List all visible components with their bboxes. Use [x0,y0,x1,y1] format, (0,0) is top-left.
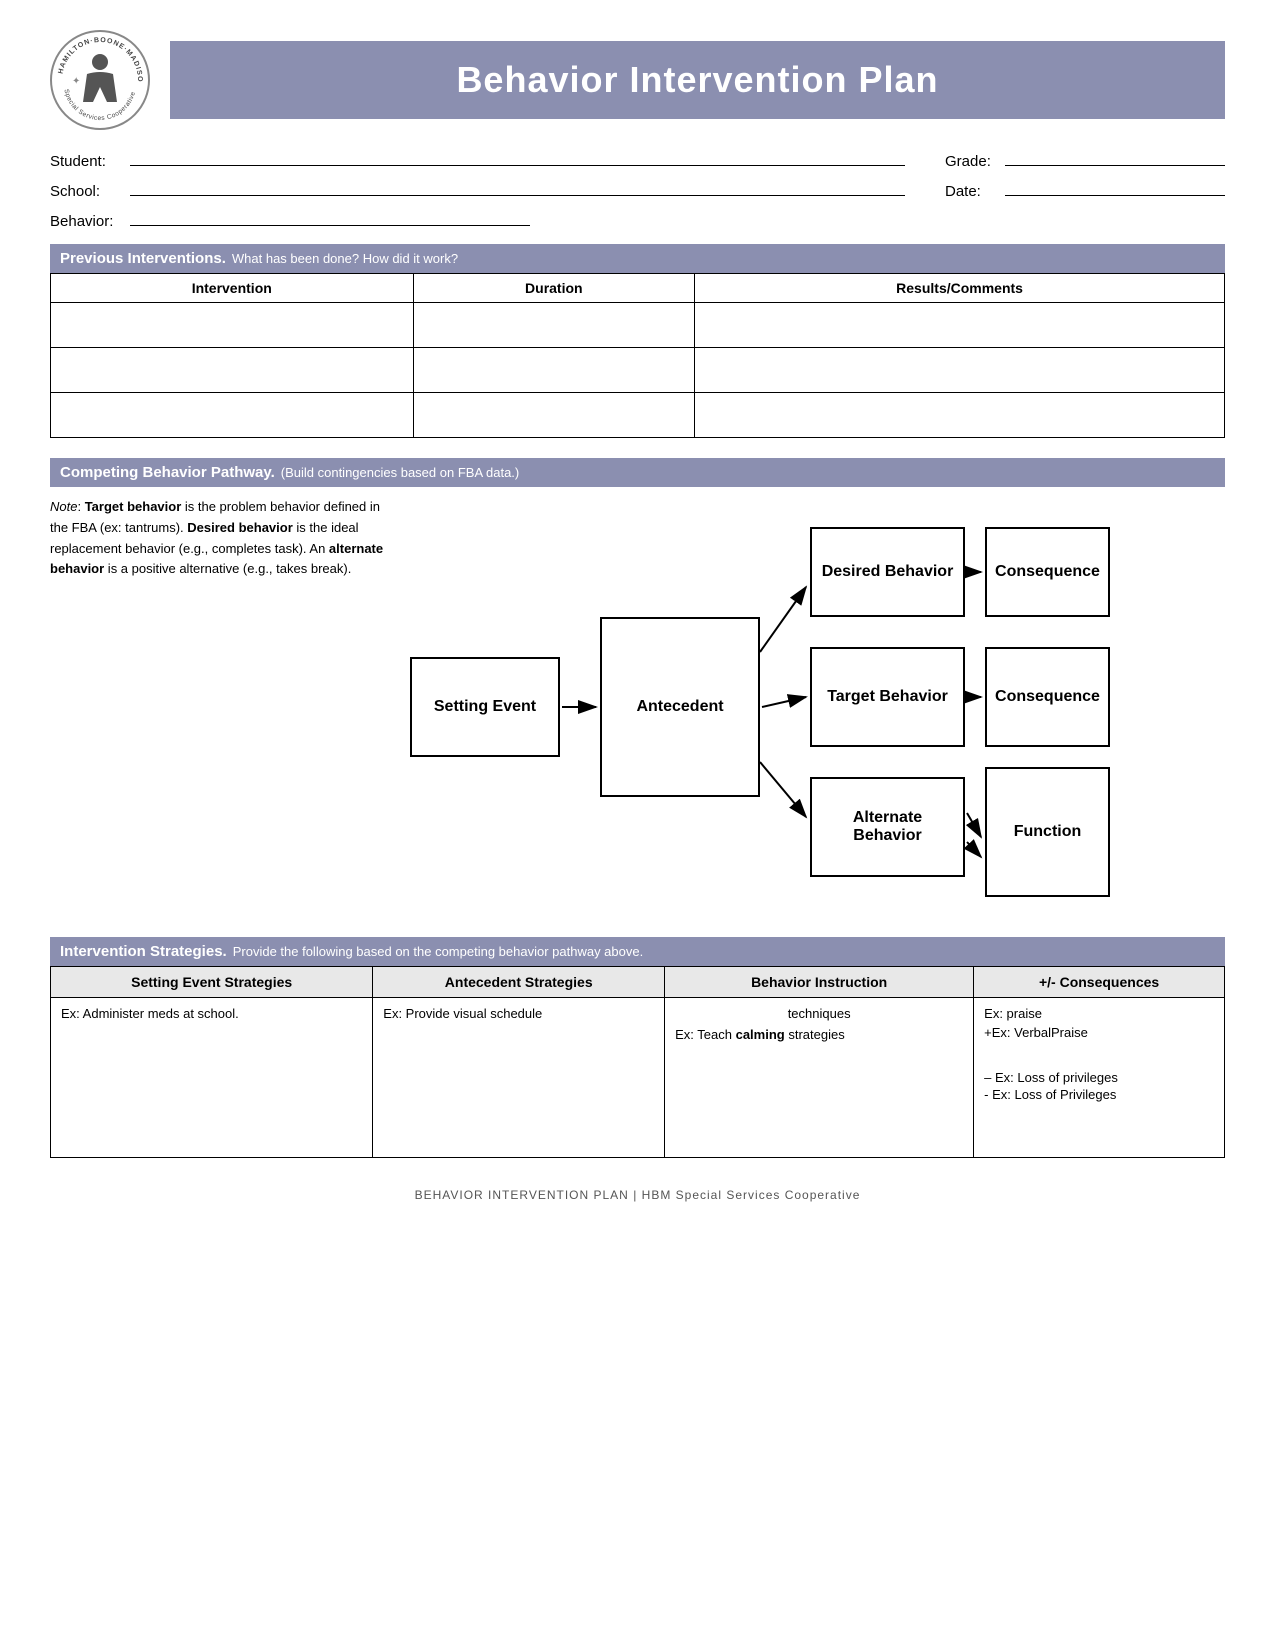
student-label: Student: [50,153,130,170]
footer-separator: | [633,1188,637,1202]
competing-note: Note: Target behavior is the problem beh… [50,497,390,580]
competing-title: Competing Behavior Pathway. [60,464,275,481]
box-antecedent: Antecedent [600,617,760,797]
page-header: HAMILTON·BOONE·MADISON Special Services … [50,30,1225,130]
logo-bottom-text: Special Services Cooperative [62,89,137,123]
behavior-line2: Ex: Teach calming strategies [675,1027,963,1042]
competing-behavior-section: Competing Behavior Pathway. (Build conti… [50,458,1225,917]
school-row: School: Date: [50,178,1225,200]
antecedent-strategies-cell[interactable]: Ex: Provide visual schedule [373,998,665,1158]
title-banner: Behavior Intervention Plan [170,41,1225,119]
box-consequence-mid: Consequence [985,647,1110,747]
student-row: Student: Grade: [50,148,1225,170]
col-setting-strategies: Setting Event Strategies [51,967,373,998]
col-intervention: Intervention [51,274,414,303]
footer-org: HBM Special Services Cooperative [642,1188,861,1202]
box-alternate-behavior: Alternate Behavior [810,777,965,877]
strategies-sub: Provide the following based on the compe… [233,944,644,959]
student-input-line[interactable] [130,148,905,166]
consequences-line3: – Ex: Loss of privileges [984,1070,1214,1085]
previous-interventions-section: Previous Interventions. What has been do… [50,244,1225,438]
grade-label: Grade: [945,153,1005,170]
duration-cell-1[interactable] [413,303,695,348]
info-fields: Student: Grade: School: Date: Behavior: [50,148,1225,230]
prev-interventions-header: Previous Interventions. What has been do… [50,244,1225,273]
col-antecedent-strategies: Antecedent Strategies [373,967,665,998]
intervention-cell-3[interactable] [51,393,414,438]
table-row [51,348,1225,393]
school-input-line[interactable] [130,178,905,196]
col-duration: Duration [413,274,695,303]
strategies-title: Intervention Strategies. [60,943,227,960]
date-label: Date: [945,183,1005,200]
table-header-row: Intervention Duration Results/Comments [51,274,1225,303]
strategies-table: Setting Event Strategies Antecedent Stra… [50,966,1225,1158]
box-setting-event: Setting Event [410,657,560,757]
duration-cell-2[interactable] [413,348,695,393]
box-target-behavior: Target Behavior [810,647,965,747]
results-cell-2[interactable] [695,348,1225,393]
competing-sub: (Build contingencies based on FBA data.) [281,465,519,480]
consequences-line4: - Ex: Loss of Privileges [984,1087,1214,1102]
consequences-cell[interactable]: Ex: praise +Ex: VerbalPraise – Ex: Loss … [974,998,1225,1158]
competing-content: Note: Target behavior is the problem beh… [50,497,1225,917]
box-desired-behavior: Desired Behavior [810,527,965,617]
col-behavior-instruction: Behavior Instruction [665,967,974,998]
prev-interventions-title: Previous Interventions. [60,250,226,267]
col-consequences: +/- Consequences [974,967,1225,998]
behavior-line1: techniques [675,1006,963,1021]
strategies-header: Intervention Strategies. Provide the fol… [50,937,1225,966]
prev-interventions-sub: What has been done? How did it work? [232,251,458,266]
svg-text:✦: ✦ [72,76,80,87]
competing-note-text: Note: Target behavior is the problem beh… [50,497,390,580]
date-input-line[interactable] [1005,178,1225,196]
table-row [51,393,1225,438]
behavior-instruction-cell[interactable]: techniques Ex: Teach calming strategies [665,998,974,1158]
results-cell-3[interactable] [695,393,1225,438]
results-cell-1[interactable] [695,303,1225,348]
behavior-label: Behavior: [50,213,130,230]
consequences-line1: Ex: praise [984,1006,1214,1021]
footer-text: BEHAVIOR INTERVENTION PLAN [415,1188,629,1202]
page-title: Behavior Intervention Plan [200,59,1195,101]
behavior-input-line[interactable] [130,208,530,226]
interventions-table: Intervention Duration Results/Comments [50,273,1225,438]
intervention-cell-2[interactable] [51,348,414,393]
consequences-line2: +Ex: VerbalPraise [984,1025,1214,1040]
antecedent-ex-text: Ex: Provide visual schedule [383,1006,542,1021]
setting-strategies-cell[interactable]: Ex: Administer meds at school. [51,998,373,1158]
strategies-header-row: Setting Event Strategies Antecedent Stra… [51,967,1225,998]
intervention-cell-1[interactable] [51,303,414,348]
intervention-strategies-section: Intervention Strategies. Provide the fol… [50,937,1225,1158]
setting-ex-text: Ex: Administer meds at school. [61,1006,239,1021]
box-consequence-top: Consequence [985,527,1110,617]
competing-header: Competing Behavior Pathway. (Build conti… [50,458,1225,487]
strategies-row: Ex: Administer meds at school. Ex: Provi… [51,998,1225,1158]
table-row [51,303,1225,348]
box-function: Function [985,767,1110,897]
school-label: School: [50,183,130,200]
pathway-diagram-container: Setting Event Antecedent Desired Behavio… [410,497,1225,917]
behavior-row: Behavior: [50,208,1225,230]
logo: HAMILTON·BOONE·MADISON Special Services … [50,30,150,130]
duration-cell-3[interactable] [413,393,695,438]
col-results: Results/Comments [695,274,1225,303]
page-footer: BEHAVIOR INTERVENTION PLAN | HBM Special… [50,1188,1225,1202]
diagram-container: Setting Event Antecedent Desired Behavio… [410,497,1110,917]
grade-input-line[interactable] [1005,148,1225,166]
